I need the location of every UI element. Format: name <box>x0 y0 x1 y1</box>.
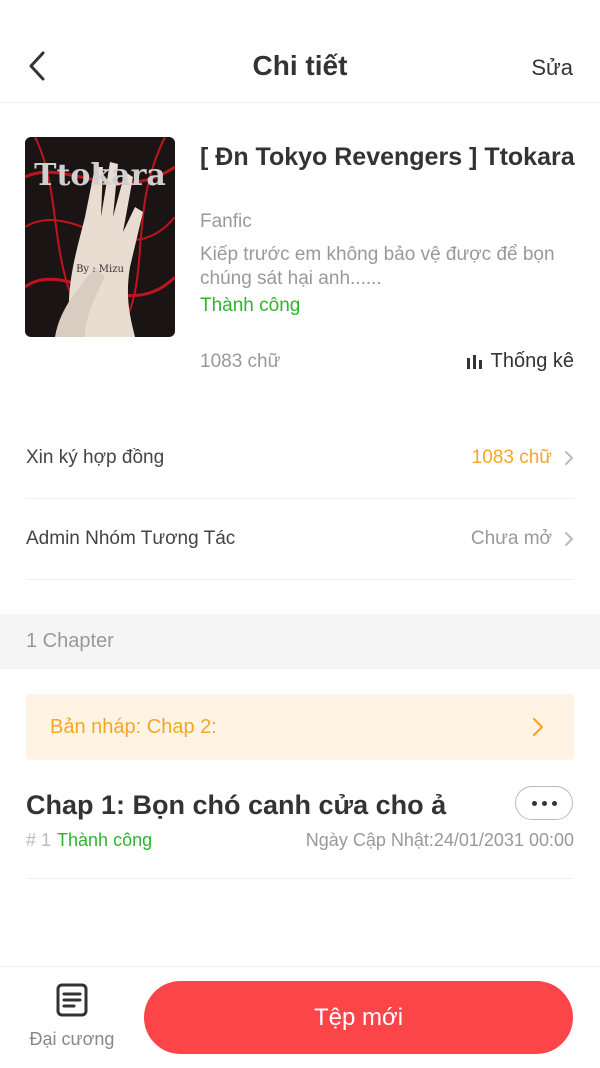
chevron-right-icon <box>565 532 573 546</box>
book-cover[interactable]: Ttokara By : Mizu <box>25 137 175 337</box>
book-cover-art: Ttokara By : Mizu <box>25 137 175 337</box>
outline-label: Đại cương <box>29 1029 115 1049</box>
word-count: 1083 chữ <box>200 351 281 372</box>
bottom-bar: Đại cương Tệp mới <box>0 966 600 1068</box>
row-contract-label: Xin ký hợp đồng <box>26 447 165 468</box>
more-dot-icon <box>541 800 547 806</box>
chapter-count: 1 Chapter <box>26 630 114 652</box>
book-title: [ Đn Tokyo Revengers ] Ttokara <box>200 143 575 171</box>
top-bar: Chi tiết Sửa <box>0 0 600 103</box>
chapter-status: Thành công <box>57 830 153 850</box>
outline-button[interactable]: Đại cương <box>24 983 120 1050</box>
chapter-section-header: 1 Chapter <box>0 614 600 669</box>
book-genre: Fanfic <box>200 211 252 232</box>
more-dot-icon <box>531 800 537 806</box>
cover-title-text: Ttokara <box>34 158 166 193</box>
chapter-updated-date: Ngày Cập Nhật:24/01/2031 00:00 <box>305 830 574 850</box>
edit-button[interactable]: Sửa <box>531 55 573 81</box>
new-file-button[interactable]: Tệp mới <box>144 981 573 1054</box>
draft-label: Bản nháp: Chap 2: <box>50 715 217 738</box>
bar-chart-icon <box>466 354 482 369</box>
chevron-right-icon <box>565 451 573 465</box>
row-contract-value: 1083 chữ <box>471 447 552 468</box>
chevron-right-icon <box>532 717 544 737</box>
book-status: Thành công <box>200 295 301 316</box>
page-title: Chi tiết <box>252 50 348 81</box>
document-icon <box>56 983 88 1017</box>
row-admin-group[interactable]: Admin Nhóm Tương Tác Chưa mở <box>26 499 574 580</box>
divider <box>26 878 574 879</box>
row-contract[interactable]: Xin ký hợp đồng 1083 chữ <box>26 418 574 499</box>
stats-label: Thống kê <box>490 350 574 372</box>
book-description: Kiếp trước em không bảo vệ được để bọn c… <box>200 244 555 289</box>
more-options-button[interactable] <box>515 786 573 820</box>
draft-item[interactable]: Bản nháp: Chap 2: <box>26 694 574 760</box>
chapter-meta: # 1 Thành công <box>26 830 152 851</box>
cover-author-text: By : Mizu <box>76 264 124 275</box>
chapter-title[interactable]: Chap 1: Bọn chó canh cửa cho ả <box>26 790 446 821</box>
row-admin-group-value: Chưa mở <box>470 528 552 549</box>
more-dot-icon <box>551 800 557 806</box>
stats-button[interactable]: Thống kê <box>466 350 574 373</box>
chapter-index: # 1 <box>26 830 52 850</box>
row-admin-group-label: Admin Nhóm Tương Tác <box>26 528 236 549</box>
